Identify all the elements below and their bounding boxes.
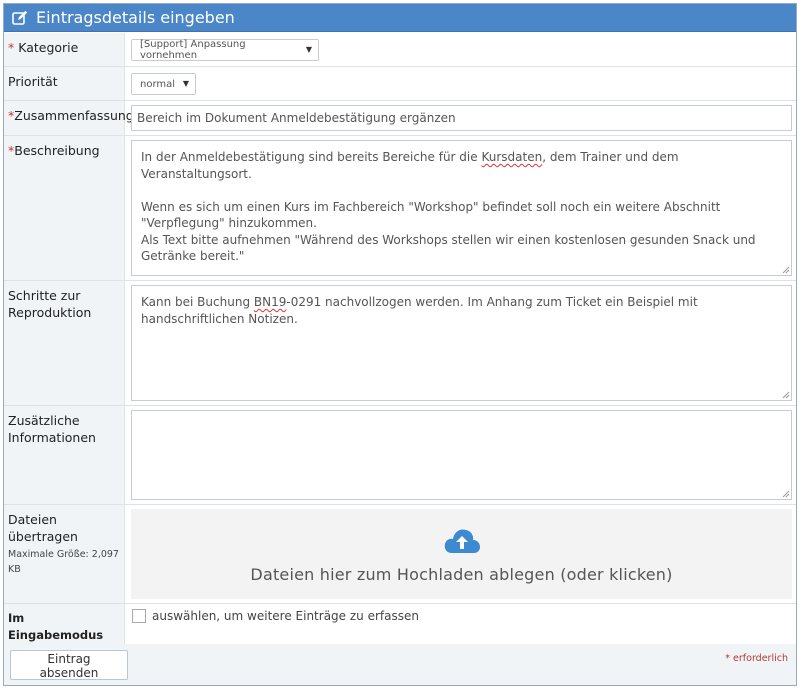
stay-checkbox-wrap[interactable]: auswählen, um weitere Einträge zu erfass… <box>132 609 419 623</box>
description-label: *Beschreibung <box>4 136 125 280</box>
priority-select[interactable]: normal ▼ <box>131 73 196 95</box>
stay-label: Im Eingabemodus bleiben <box>4 604 125 659</box>
edit-icon <box>12 10 28 26</box>
required-mark: * <box>8 40 15 55</box>
steps-text: Kann bei Buchung BN19-0291 nachvollzogen… <box>141 294 782 327</box>
form-title: Eintragsdetails eingeben <box>36 8 235 27</box>
priority-label: Priorität <box>4 67 125 100</box>
form-footer: Eintrag absenden * erforderlich <box>4 644 796 685</box>
category-label: * Kategorie <box>4 33 125 66</box>
steps-row: Schritte zur Reproduktion Kann bei Buchu… <box>4 281 796 406</box>
files-label: Dateien übertragen Maximale Größe: 2,097… <box>4 505 125 603</box>
steps-label: Schritte zur Reproduktion <box>4 281 125 405</box>
resize-grip-icon[interactable] <box>782 266 790 274</box>
additional-row: Zusätzliche Informationen <box>4 406 796 505</box>
summary-label-text: Zusammenfassung <box>14 108 134 123</box>
priority-label-text: Priorität <box>8 74 58 89</box>
misspelled-word: Kursdaten <box>481 150 543 164</box>
caret-down-icon: ▼ <box>182 79 189 88</box>
stay-checkbox[interactable] <box>132 609 146 623</box>
priority-row: Priorität normal ▼ <box>4 67 796 101</box>
description-row: *Beschreibung In der Anmeldebestätigung … <box>4 136 796 281</box>
form-header: Eintragsdetails eingeben <box>4 4 796 32</box>
report-form: Eintragsdetails eingeben * Kategorie [Su… <box>3 3 797 686</box>
additional-label: Zusätzliche Informationen <box>4 406 125 504</box>
priority-value: normal <box>140 78 176 90</box>
steps-textarea[interactable]: Kann bei Buchung BN19-0291 nachvollzogen… <box>131 285 792 401</box>
files-label-text: Dateien übertragen <box>8 512 78 544</box>
dropzone-text: Dateien hier zum Hochladen ablegen (oder… <box>250 564 673 584</box>
summary-row: *Zusammenfassung <box>4 101 796 136</box>
description-paragraph-1: In der Anmeldebestätigung sind bereits B… <box>141 149 782 182</box>
submit-button[interactable]: Eintrag absenden <box>10 650 128 680</box>
category-value: [Support] Anpassung vornehmen <box>140 39 246 61</box>
category-row: * Kategorie [Support] Anpassung vornehme… <box>4 33 796 67</box>
description-paragraph-2: Wenn es sich um einen Kurs im Fachbereic… <box>141 199 721 231</box>
summary-label: *Zusammenfassung <box>4 101 134 135</box>
required-note: * erforderlich <box>725 653 788 664</box>
description-paragraph-3: Als Text bitte aufnehmen "Während des Wo… <box>141 232 756 264</box>
description-label-text: Beschreibung <box>14 143 100 158</box>
max-size-note: Maximale Größe: 2,097 KB <box>8 549 119 575</box>
cloud-upload-icon <box>444 528 480 553</box>
caret-down-icon: ▼ <box>305 45 312 54</box>
additional-textarea[interactable] <box>131 410 792 500</box>
category-select[interactable]: [Support] Anpassung vornehmen ▼ <box>131 39 319 61</box>
misspelled-word: BN19 <box>253 295 287 309</box>
steps-text-part: Kann bei Buchung <box>141 295 254 309</box>
resize-grip-icon[interactable] <box>782 490 790 498</box>
category-label-text: Kategorie <box>18 40 79 55</box>
resize-grip-icon[interactable] <box>782 391 790 399</box>
summary-input[interactable] <box>131 105 792 131</box>
files-row: Dateien übertragen Maximale Größe: 2,097… <box>4 505 796 604</box>
stay-row: Im Eingabemodus bleiben auswählen, um we… <box>4 604 796 659</box>
file-dropzone[interactable]: Dateien hier zum Hochladen ablegen (oder… <box>131 509 792 599</box>
description-text: In der Anmeldebestätigung sind bereits B… <box>141 150 482 164</box>
stay-checkbox-label[interactable]: auswählen, um weitere Einträge zu erfass… <box>152 609 419 623</box>
description-textarea[interactable]: In der Anmeldebestätigung sind bereits B… <box>131 140 792 276</box>
